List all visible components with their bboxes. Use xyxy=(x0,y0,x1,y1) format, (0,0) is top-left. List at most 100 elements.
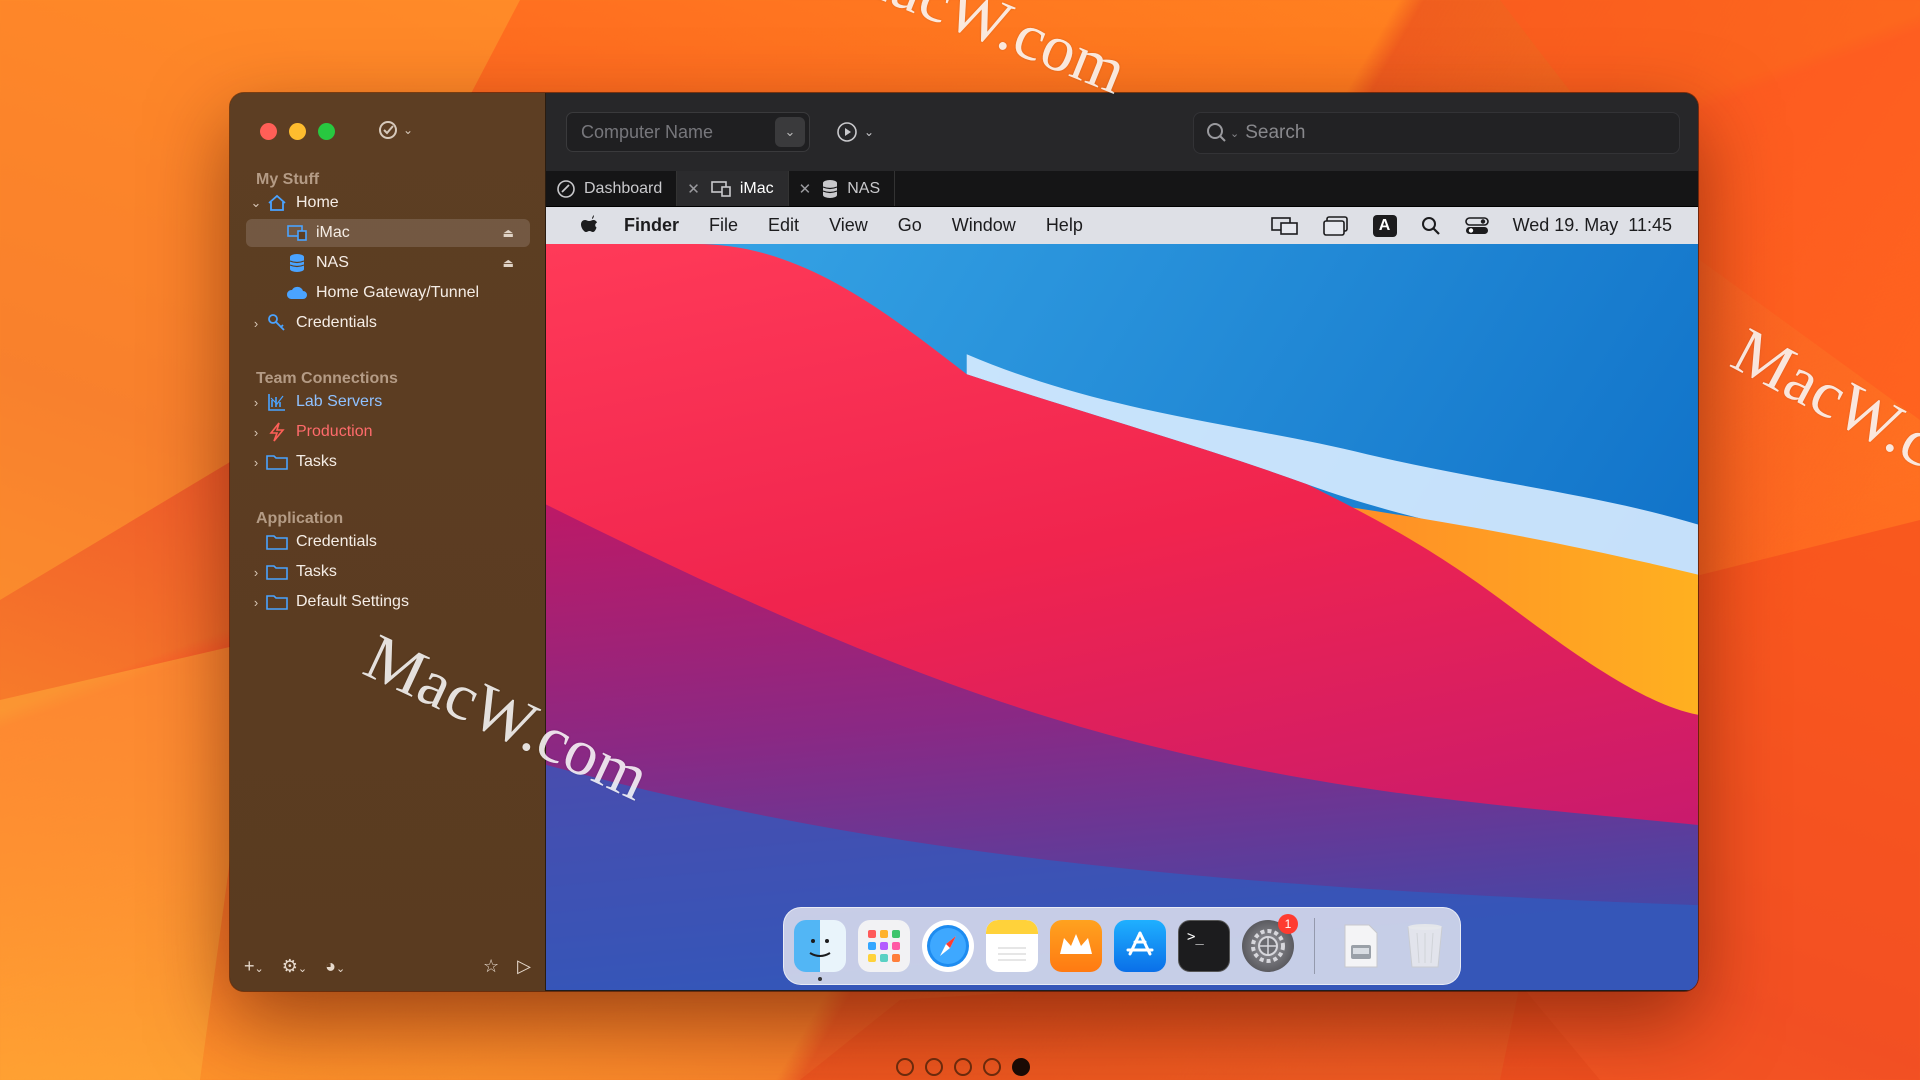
lightning-icon xyxy=(266,422,288,442)
chevron-down-icon[interactable]: ⌄ xyxy=(246,195,266,211)
search-placeholder: Search xyxy=(1245,122,1306,143)
computer-name-field[interactable]: Computer Name ⌄ xyxy=(566,112,810,152)
tab-imac[interactable]: ✕ iMac xyxy=(677,171,789,206)
sidebar-item-label: Tasks xyxy=(296,453,337,470)
notes-icon[interactable] xyxy=(986,920,1038,972)
menu-edit[interactable]: Edit xyxy=(768,215,799,236)
tab-nas[interactable]: ✕ NAS xyxy=(789,171,896,206)
page-dot[interactable] xyxy=(896,1058,914,1076)
page-dot[interactable] xyxy=(983,1058,1001,1076)
finder-icon[interactable] xyxy=(794,920,846,981)
imac-icon xyxy=(711,180,731,197)
play-circle-icon xyxy=(837,122,857,142)
chevron-right-icon[interactable]: › xyxy=(246,595,266,610)
folder-icon xyxy=(266,532,288,552)
play-icon[interactable]: ▷ xyxy=(517,956,531,977)
chevron-down-icon: ⌄ xyxy=(1230,127,1240,140)
profile-menu-icon[interactable]: ◕⌄ xyxy=(325,956,345,977)
chevron-right-icon[interactable]: › xyxy=(246,395,266,410)
sidebar-item-home-gateway[interactable]: Home Gateway/Tunnel xyxy=(246,279,530,307)
database-icon xyxy=(286,253,308,273)
eject-icon[interactable]: ⏏ xyxy=(503,226,514,240)
eject-icon[interactable]: ⏏ xyxy=(503,256,514,270)
close-tab-icon[interactable]: ✕ xyxy=(799,180,812,198)
section-team-connections: Team Connections xyxy=(256,370,398,387)
dashboard-icon xyxy=(557,179,575,198)
sidebar-item-nas[interactable]: NAS ⏏ xyxy=(246,249,530,277)
close-tab-icon[interactable]: ✕ xyxy=(687,180,700,198)
sidebar-item-production[interactable]: › Production xyxy=(246,418,530,446)
sidebar-item-app-credentials[interactable]: Credentials xyxy=(246,528,530,556)
spotlight-search-icon[interactable] xyxy=(1421,216,1441,236)
sidebar-item-imac[interactable]: iMac ⏏ xyxy=(246,219,530,247)
computer-name-placeholder: Computer Name xyxy=(581,121,714,142)
notification-badge: 1 xyxy=(1278,914,1298,934)
sidebar-item-lab-servers[interactable]: › Lab Servers xyxy=(246,388,530,416)
remote-menu-bar: Finder File Edit View Go Window Help A W… xyxy=(546,207,1698,244)
sidebar-item-app-tasks[interactable]: › Tasks xyxy=(246,558,530,586)
chevron-right-icon[interactable]: › xyxy=(246,316,266,331)
chevron-down-icon: ⌄ xyxy=(864,125,875,139)
close-window-button[interactable] xyxy=(260,123,277,140)
app-store-icon[interactable] xyxy=(1114,920,1166,972)
menu-file[interactable]: File xyxy=(709,215,738,236)
remote-desktop-view[interactable]: Finder File Edit View Go Window Help A W… xyxy=(546,207,1698,991)
star-icon[interactable]: ☆ xyxy=(483,956,499,977)
sidebar-item-tasks[interactable]: › Tasks xyxy=(246,448,530,476)
search-icon xyxy=(1207,123,1226,142)
chevron-right-icon[interactable]: › xyxy=(246,565,266,580)
chevron-right-icon[interactable]: › xyxy=(246,455,266,470)
sidebar-item-label: Home Gateway/Tunnel xyxy=(316,284,480,301)
gear-icon[interactable]: ⚙⌄ xyxy=(282,956,307,977)
screens-icon[interactable] xyxy=(1270,216,1299,236)
sidebar-item-default-settings[interactable]: › Default Settings xyxy=(246,588,530,616)
launchpad-icon[interactable] xyxy=(858,920,910,972)
connect-button[interactable]: ⌄ xyxy=(836,121,874,143)
sidebar-item-label: Home xyxy=(296,194,339,211)
tab-dashboard[interactable]: Dashboard xyxy=(546,171,678,206)
section-my-stuff: My Stuff xyxy=(256,171,320,188)
menu-clock[interactable]: Wed 19. May 11:45 xyxy=(1513,215,1672,236)
sidebar: ⌄ My Stuff ⌄ Home iMac ⏏ NAS ⏏ Home Gate… xyxy=(230,93,546,991)
sidebar-footer: +⌄ ⚙⌄ ◕⌄ ☆ ▷ xyxy=(244,956,531,977)
royal-tsx-icon[interactable] xyxy=(1050,920,1102,972)
page-dot-active[interactable] xyxy=(1012,1058,1030,1076)
window-controls xyxy=(260,123,335,140)
input-source-icon[interactable]: A xyxy=(1372,214,1397,237)
search-field[interactable]: ⌄ Search xyxy=(1193,112,1680,154)
chevron-down-icon: ⌄ xyxy=(403,123,414,137)
sidebar-item-label: Lab Servers xyxy=(296,393,383,410)
downloads-folder-icon[interactable] xyxy=(1335,920,1387,972)
page-dot[interactable] xyxy=(954,1058,972,1076)
terminal-icon[interactable]: >_ xyxy=(1178,920,1230,972)
page-dot[interactable] xyxy=(925,1058,943,1076)
chevron-right-icon[interactable]: › xyxy=(246,425,266,440)
menu-help[interactable]: Help xyxy=(1046,215,1083,236)
system-preferences-icon[interactable]: 1 xyxy=(1242,914,1298,972)
sidebar-item-label: Credentials xyxy=(296,533,377,550)
menu-go[interactable]: Go xyxy=(898,215,922,236)
sidebar-item-label: Production xyxy=(296,423,373,440)
zoom-window-button[interactable] xyxy=(318,123,335,140)
chevron-down-icon[interactable]: ⌄ xyxy=(775,117,805,147)
trash-icon[interactable] xyxy=(1399,920,1451,972)
status-menu-button[interactable]: ⌄ xyxy=(377,119,413,141)
menu-view[interactable]: View xyxy=(829,215,868,236)
menu-finder[interactable]: Finder xyxy=(624,215,679,236)
sidebar-item-label: NAS xyxy=(316,254,349,271)
windows-icon[interactable] xyxy=(1322,215,1349,236)
key-icon xyxy=(266,313,288,333)
tab-bar: Dashboard ✕ iMac ✕ NAS xyxy=(546,171,1698,207)
add-button[interactable]: +⌄ xyxy=(244,956,264,977)
menu-window[interactable]: Window xyxy=(952,215,1016,236)
sidebar-item-credentials[interactable]: › Credentials xyxy=(246,309,530,337)
sidebar-item-label: iMac xyxy=(316,224,350,241)
minimize-window-button[interactable] xyxy=(289,123,306,140)
sidebar-item-label: Credentials xyxy=(296,314,377,331)
target-check-icon xyxy=(379,121,397,139)
control-center-icon[interactable] xyxy=(1464,216,1489,236)
sidebar-item-home[interactable]: ⌄ Home xyxy=(246,189,530,217)
safari-icon[interactable] xyxy=(922,920,974,972)
apple-icon[interactable] xyxy=(580,214,598,237)
dock-separator xyxy=(1314,918,1315,974)
